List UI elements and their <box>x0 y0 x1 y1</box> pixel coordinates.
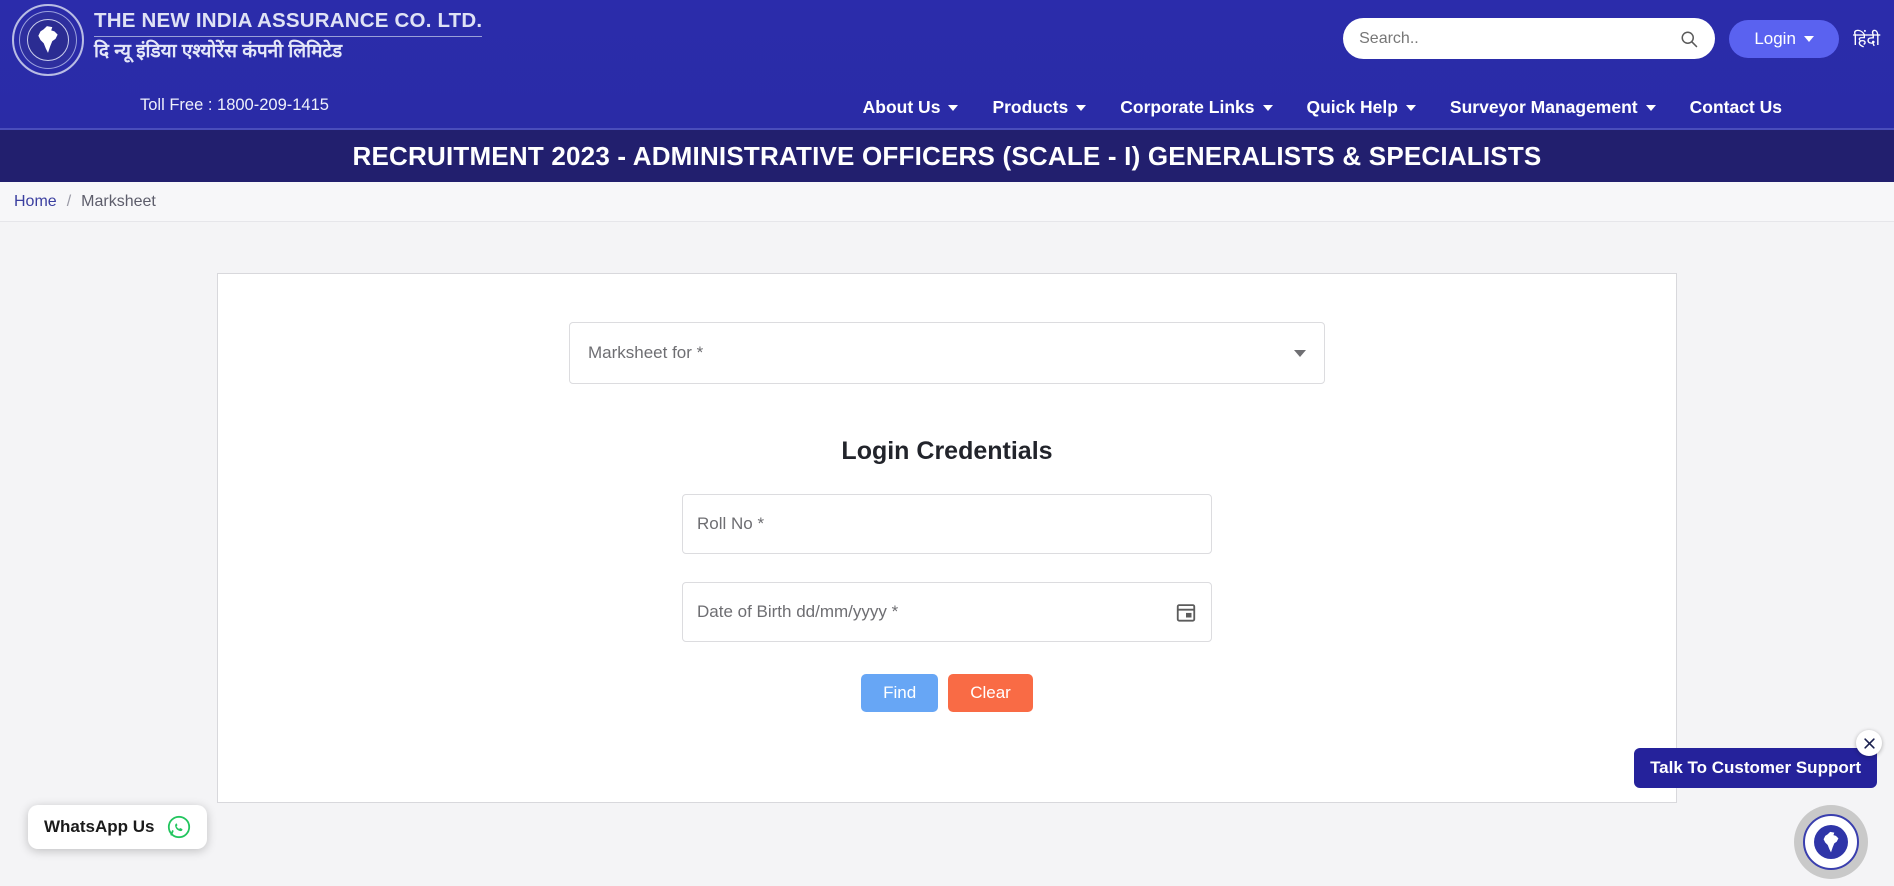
nav-item-quick-help[interactable]: Quick Help <box>1307 97 1416 118</box>
date-of-birth-input[interactable] <box>697 602 1175 622</box>
chevron-down-icon <box>1803 35 1814 42</box>
roll-no-input[interactable] <box>697 514 1197 534</box>
talk-to-customer-support-button[interactable]: Talk To Customer Support <box>1634 748 1877 788</box>
company-logo-icon <box>12 4 84 76</box>
nav-item-contact-us[interactable]: Contact Us <box>1690 97 1782 118</box>
nav-label-quick-help: Quick Help <box>1306 97 1398 117</box>
customer-support-label: Talk To Customer Support <box>1650 758 1861 777</box>
nav-label-about-us: About Us <box>862 97 941 117</box>
brand-name-english: THE NEW INDIA ASSURANCE CO. LTD. <box>94 9 483 32</box>
search-input[interactable] <box>1359 29 1680 48</box>
whatsapp-us-label: WhatsApp Us <box>44 817 155 836</box>
chevron-down-icon <box>1262 104 1273 111</box>
nav-item-products[interactable]: Products <box>992 97 1087 118</box>
nav-item-corporate-links[interactable]: Corporate Links <box>1120 97 1273 118</box>
breadcrumb-separator: / <box>66 192 72 210</box>
find-button[interactable]: Find <box>861 674 939 712</box>
clear-button[interactable]: Clear <box>948 674 1033 712</box>
brand-name-hindi: दि न्यू इंडिया एश्योरेंस कंपनी लिमिटेड <box>94 40 343 62</box>
nav-label-contact-us: Contact Us <box>1689 97 1782 117</box>
nav-label-surveyor-management: Surveyor Management <box>1449 97 1638 117</box>
language-toggle-hindi[interactable]: हिंदी <box>1853 27 1880 50</box>
whatsapp-icon <box>167 815 190 839</box>
close-support-banner-button[interactable] <box>1856 730 1882 756</box>
company-logo-icon <box>1803 814 1859 870</box>
breadcrumb-home[interactable]: Home <box>14 193 57 211</box>
date-of-birth-field[interactable] <box>682 582 1212 642</box>
recruitment-banner: RECRUITMENT 2023 - ADMINISTRATIVE OFFICE… <box>0 128 1894 182</box>
page-body: Marksheet for * Login Credentials Find C… <box>0 222 1894 886</box>
chevron-down-icon[interactable] <box>1294 349 1306 357</box>
site-header: THE NEW INDIA ASSURANCE CO. LTD. दि न्यू… <box>0 0 1894 128</box>
marksheet-for-select[interactable]: Marksheet for * <box>569 322 1325 384</box>
roll-no-field[interactable] <box>682 494 1212 554</box>
main-navigation: About Us Products Corporate Links Quick … <box>0 97 1894 118</box>
marksheet-form-card: Marksheet for * Login Credentials Find C… <box>217 273 1677 803</box>
login-button[interactable]: Login <box>1729 19 1840 58</box>
close-icon <box>1863 737 1875 749</box>
chevron-down-icon <box>1645 104 1656 111</box>
brand-block[interactable]: THE NEW INDIA ASSURANCE CO. LTD. दि न्यू… <box>12 4 483 76</box>
calendar-icon[interactable] <box>1175 601 1197 623</box>
nav-label-corporate-links: Corporate Links <box>1120 97 1255 117</box>
chat-assistant-fab[interactable] <box>1794 805 1868 879</box>
brand-divider <box>94 35 483 37</box>
nav-label-products: Products <box>992 97 1069 117</box>
whatsapp-us-button[interactable]: WhatsApp Us <box>28 805 207 849</box>
breadcrumb-current: Marksheet <box>81 192 156 210</box>
chevron-down-icon <box>948 104 959 111</box>
login-button-label: Login <box>1754 28 1796 48</box>
form-actions: Find Clear <box>218 674 1676 712</box>
search-icon[interactable] <box>1679 29 1699 49</box>
search-box[interactable] <box>1343 18 1716 59</box>
nav-item-surveyor-management[interactable]: Surveyor Management <box>1450 97 1656 118</box>
marksheet-for-select-value: Marksheet for * <box>588 343 704 362</box>
login-credentials-heading: Login Credentials <box>841 437 1053 465</box>
chevron-down-icon <box>1076 104 1087 111</box>
chevron-down-icon <box>1405 104 1416 111</box>
nav-item-about-us[interactable]: About Us <box>863 97 959 118</box>
header-right-controls: Login हिंदी <box>1343 18 1880 59</box>
breadcrumb: Home / Marksheet <box>0 182 1894 222</box>
recruitment-banner-title: RECRUITMENT 2023 - ADMINISTRATIVE OFFICE… <box>352 140 1542 171</box>
